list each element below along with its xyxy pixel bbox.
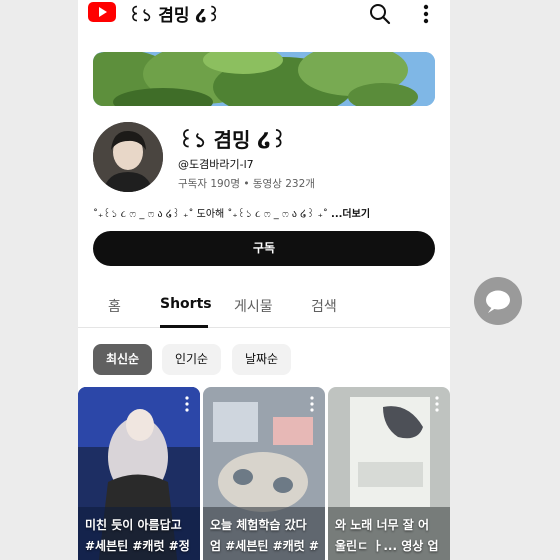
more-vertical-icon[interactable] [434,395,440,413]
tab-home[interactable]: 홈 [108,296,121,316]
channel-avatar[interactable] [93,122,163,192]
more-link[interactable]: ...더보기 [331,209,370,220]
subscribe-button[interactable]: 구독 [93,231,435,266]
top-app-bar: ꒰১ 겸밍 ໒꒱ [78,0,450,28]
short-card[interactable]: 미친 듯이 아름답고 #세븐틴 #캐럿 #정 [78,387,200,560]
short-caption-line2: #세븐틴 #캐럿 #정 [85,539,190,553]
chip-latest[interactable]: 최신순 [93,344,152,375]
tab-search[interactable]: 검색 [311,296,337,316]
more-vertical-icon[interactable] [184,395,190,413]
short-caption-line1: 오늘 체험학습 갔다 [210,518,307,532]
channel-banner [93,52,435,106]
channel-tabs: 홈 Shorts 게시물 검색 [78,282,450,328]
short-caption: 와 노래 너무 잘 어 울린ㄷ ㅏ... 영상 업 [335,515,447,557]
chip-date[interactable]: 날짜순 [232,344,291,375]
channel-name: ꒰১ 겸밍 ໒꒱ [178,128,287,152]
channel-description[interactable]: ˚₊꒰১ ૮ ෆ _ ෆ ა ໒꒱ ₊˚ 도아해 ˚₊꒰১ ૮ ෆ _ ෆ ა … [93,205,438,224]
header-title: ꒰১ 겸밍 ໒꒱ [128,6,221,26]
youtube-logo-icon[interactable] [88,2,116,22]
channel-stats: 구독자 190명 • 동영상 232개 [178,178,315,190]
short-card[interactable]: 와 노래 너무 잘 어 울린ㄷ ㅏ... 영상 업 [328,387,450,560]
short-caption-line2: 울린ㄷ ㅏ... 영상 업 [335,539,439,553]
description-text: ˚₊꒰১ ૮ ෆ _ ෆ ა ໒꒱ ₊˚ 도아해 ˚₊꒰১ ૮ ෆ _ ෆ ა … [93,209,332,220]
short-card[interactable]: 오늘 체험학습 갔다 엄 #세븐틴 #캐럿 # [203,387,325,560]
short-caption: 오늘 체험학습 갔다 엄 #세븐틴 #캐럿 # [210,515,322,557]
short-caption-line1: 미친 듯이 아름답고 [85,518,182,532]
channel-handle: @도겸바라기-l7 [178,158,254,171]
more-vertical-icon[interactable] [416,2,436,26]
short-caption-line2: 엄 #세븐틴 #캐럿 # [210,539,319,553]
short-caption: 미친 듯이 아름답고 #세븐틴 #캐럿 #정 [85,515,197,557]
tab-posts[interactable]: 게시물 [234,296,273,316]
floating-chat-button[interactable] [474,277,522,325]
short-caption-line1: 와 노래 너무 잘 어 [335,518,429,532]
chat-bubble-icon [486,290,510,313]
phone-screen: ꒰১ 겸밍 ໒꒱ ꒰১ 겸밍 ໒꒱ @도겸바라기-l7 구독자 190명 • 동… [78,0,450,560]
chip-popular[interactable]: 인기순 [162,344,221,375]
active-tab-indicator [160,325,208,328]
more-vertical-icon[interactable] [309,395,315,413]
tab-shorts[interactable]: Shorts [160,296,212,312]
search-icon[interactable] [368,2,392,26]
